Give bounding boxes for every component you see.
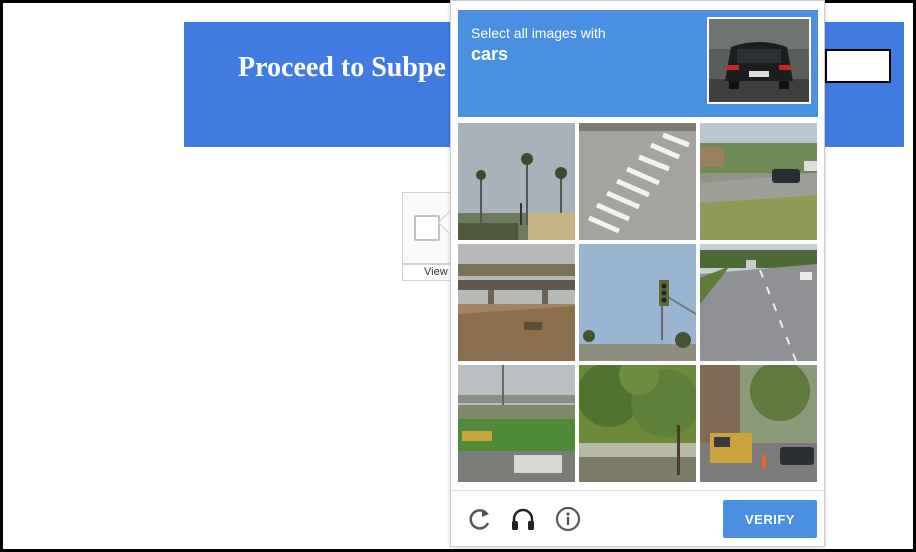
challenge-instruction: Select all images with [471, 25, 606, 41]
image-tile-1[interactable] [458, 123, 575, 240]
reload-icon[interactable] [467, 506, 493, 532]
image-tile-4[interactable] [458, 244, 575, 361]
challenge-keyword: cars [471, 44, 509, 64]
image-tile-6[interactable] [700, 244, 817, 361]
challenge-header: Select all images with cars [458, 10, 818, 117]
image-tile-3[interactable] [700, 123, 817, 240]
challenge-footer: VERIFY [451, 490, 824, 547]
verify-button[interactable]: VERIFY [723, 500, 817, 538]
captcha-challenge: Select all images with cars VERIFY [450, 0, 825, 547]
captcha-checkbox[interactable] [414, 215, 440, 241]
example-car-image [707, 17, 811, 104]
image-tile-2[interactable] [579, 123, 696, 240]
image-grid [458, 123, 818, 483]
headphones-icon[interactable] [510, 506, 536, 532]
info-icon[interactable] [555, 506, 581, 532]
image-tile-9[interactable] [700, 365, 817, 482]
image-tile-7[interactable] [458, 365, 575, 482]
banner-input-box[interactable] [825, 49, 891, 83]
banner-title: Proceed to Subpe [238, 52, 446, 83]
view-tab[interactable]: View [402, 264, 450, 281]
image-tile-5[interactable] [579, 244, 696, 361]
image-tile-8[interactable] [579, 365, 696, 482]
